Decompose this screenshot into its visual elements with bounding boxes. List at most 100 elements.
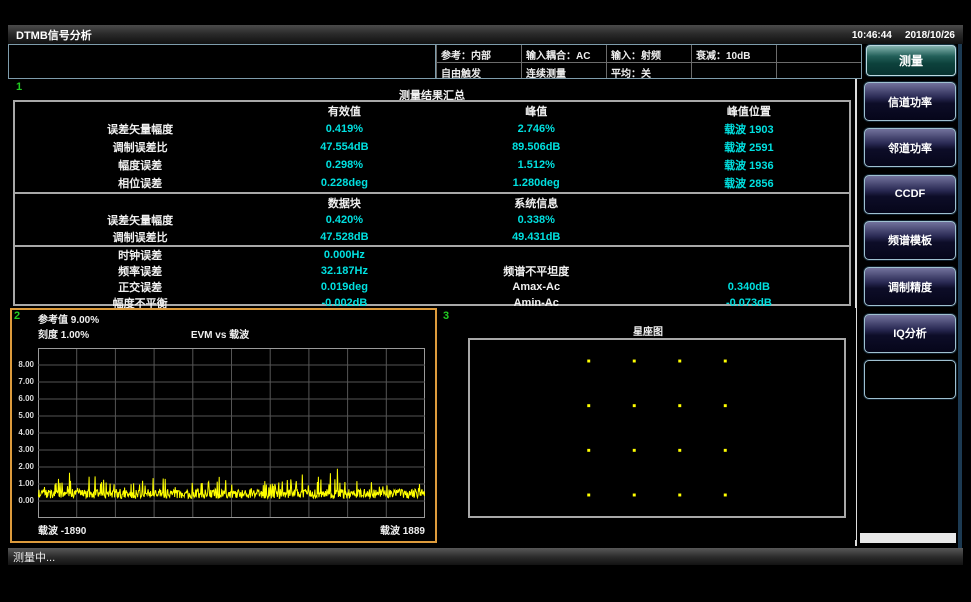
cell-value: 0.228deg — [265, 177, 423, 189]
constellation-point — [633, 404, 636, 407]
cell-value: 1.280deg — [424, 177, 649, 189]
clock-date: 2018/10/26 — [905, 30, 955, 41]
cell-value: 0.298% — [265, 159, 423, 171]
sidebar-button-1[interactable]: 信道功率 — [864, 82, 956, 121]
evm-y-tick: 1.00 — [10, 479, 34, 488]
evm-y-tick: 7.00 — [10, 377, 34, 386]
sidebar-button-5[interactable]: 调制精度 — [864, 267, 956, 306]
cell-value: 数据块 — [265, 195, 423, 211]
param-cell — [776, 62, 861, 79]
row-label: 相位误差 — [15, 175, 265, 191]
evm-y-tick: 6.00 — [10, 394, 34, 403]
cell-value: 载波 2591 — [649, 139, 849, 155]
row-label: 频率误差 — [15, 263, 265, 279]
constellation-point — [678, 494, 681, 497]
cell-value: 89.506dB — [424, 141, 649, 153]
constellation-point — [633, 360, 636, 363]
summary-section-2: 数据块系统信息误差矢量幅度0.420%0.338%调制误差比47.528dB49… — [15, 192, 849, 245]
sidebar-button-2[interactable]: 邻道功率 — [864, 128, 956, 167]
clock-time: 10:46:44 — [852, 30, 892, 41]
app-right-edge — [958, 44, 962, 554]
constellation-point — [724, 449, 727, 452]
cell-value: 47.528dB — [265, 231, 423, 243]
app-title: DTMB信号分析 — [16, 27, 92, 43]
constellation-point — [633, 494, 636, 497]
cell-value: 系统信息 — [424, 195, 649, 211]
cell-value: 0.019deg — [265, 281, 423, 293]
evm-chart-title: EVM vs 载波 — [120, 326, 320, 341]
param-cell: 平均：关 — [606, 62, 691, 79]
clock: 10:46:44 2018/10/26 — [842, 29, 955, 41]
param-cell: 自由触发 — [436, 62, 521, 79]
cell-value: 1.512% — [424, 159, 649, 171]
status-text: 测量中... — [13, 549, 55, 565]
cell-value: 载波 2856 — [649, 175, 849, 191]
table-row: 幅度误差0.298%1.512%载波 1936 — [15, 156, 849, 174]
param-cell: 衰减：10dB — [691, 45, 776, 62]
table-row: 频率误差32.187Hz频谱不平坦度 — [15, 263, 849, 279]
constellation-point — [678, 404, 681, 407]
table-row: 误差矢量幅度0.420%0.338% — [15, 211, 849, 228]
sidebar-button-3[interactable]: CCDF — [864, 175, 956, 214]
cell-value: 峰值位置 — [649, 103, 849, 119]
table-row: 时钟误差0.000Hz — [15, 247, 849, 263]
cell-value: 0.338% — [424, 214, 649, 226]
cell-value: Amax-Ac — [424, 281, 649, 293]
table-row: 调制误差比47.554dB89.506dB载波 2591 — [15, 138, 849, 156]
table-row: 相位误差0.228deg1.280deg载波 2856 — [15, 174, 849, 192]
constellation-point — [633, 449, 636, 452]
param-cell — [691, 62, 776, 79]
cell-value: 有效值 — [265, 103, 423, 119]
cell-value: 0.340dB — [649, 281, 849, 293]
sidebar-button-6[interactable]: IQ分析 — [864, 314, 956, 353]
parameter-bar: 参考：内部输入耦合：AC输入：射频衰减：10dB 自由触发连续测量平均：关 — [8, 44, 862, 79]
sidebar-button-blank[interactable] — [864, 360, 956, 399]
constellation-point — [587, 360, 590, 363]
evm-y-tick: 2.00 — [10, 462, 34, 471]
evm-x-right-label: 载波 1889 — [380, 522, 425, 537]
param-cell: 参考：内部 — [436, 45, 521, 62]
cell-value: 0.000Hz — [265, 249, 423, 261]
constellation-plot — [468, 338, 846, 518]
cell-value: 2.746% — [424, 123, 649, 135]
param-cell: 连续测量 — [521, 62, 606, 79]
constellation-point — [587, 449, 590, 452]
param-cell — [776, 45, 861, 62]
evm-x-axis-labels: 载波 -1890 载波 1889 — [38, 522, 425, 537]
param-cell: 输入：射频 — [606, 45, 691, 62]
summary-section-1: 有效值峰值峰值位置误差矢量幅度0.419%2.746%载波 1903调制误差比4… — [15, 102, 849, 192]
evm-y-tick: 5.00 — [10, 411, 34, 420]
cell-value: 32.187Hz — [265, 265, 423, 277]
status-bar: 测量中... — [8, 548, 963, 565]
constellation-point — [724, 494, 727, 497]
sidebar-button-4[interactable]: 频谱模板 — [864, 221, 956, 260]
cell-value: 载波 1936 — [649, 157, 849, 173]
constellation-point — [724, 404, 727, 407]
constellation-point — [587, 404, 590, 407]
cell-value: 49.431dB — [424, 231, 649, 243]
row-label: 误差矢量幅度 — [15, 212, 265, 228]
parameter-grid: 参考：内部输入耦合：AC输入：射频衰减：10dB 自由触发连续测量平均：关 — [436, 45, 861, 78]
param-cell: 输入耦合：AC — [521, 45, 606, 62]
constellation-point — [724, 360, 727, 363]
table-header-row: 有效值峰值峰值位置 — [15, 102, 849, 120]
summary-table: 有效值峰值峰值位置误差矢量幅度0.419%2.746%载波 1903调制误差比4… — [13, 100, 851, 306]
cell-value: 频谱不平坦度 — [424, 263, 649, 279]
measure-menu-button[interactable]: 测量 — [866, 45, 956, 76]
table-row: 误差矢量幅度0.419%2.746%载波 1903 — [15, 120, 849, 138]
table-row: 调制误差比47.528dB49.431dB — [15, 228, 849, 245]
table-header-row: 数据块系统信息 — [15, 194, 849, 211]
evm-y-tick: 3.00 — [10, 445, 34, 454]
evm-reference-value: 参考值 9.00% — [38, 311, 99, 326]
panel-2-number: 2 — [14, 310, 20, 322]
row-label: 调制误差比 — [15, 139, 265, 155]
evm-scale-value: 刻度 1.00% — [38, 326, 89, 341]
cell-value: 峰值 — [424, 103, 649, 119]
row-label: 误差矢量幅度 — [15, 121, 265, 137]
row-label: 正交误差 — [15, 279, 265, 295]
evm-y-tick: 8.00 — [10, 360, 34, 369]
cell-value: 0.419% — [265, 123, 423, 135]
parameter-bar-spacer — [9, 45, 436, 78]
cell-value: 0.420% — [265, 214, 423, 226]
constellation-point — [678, 449, 681, 452]
